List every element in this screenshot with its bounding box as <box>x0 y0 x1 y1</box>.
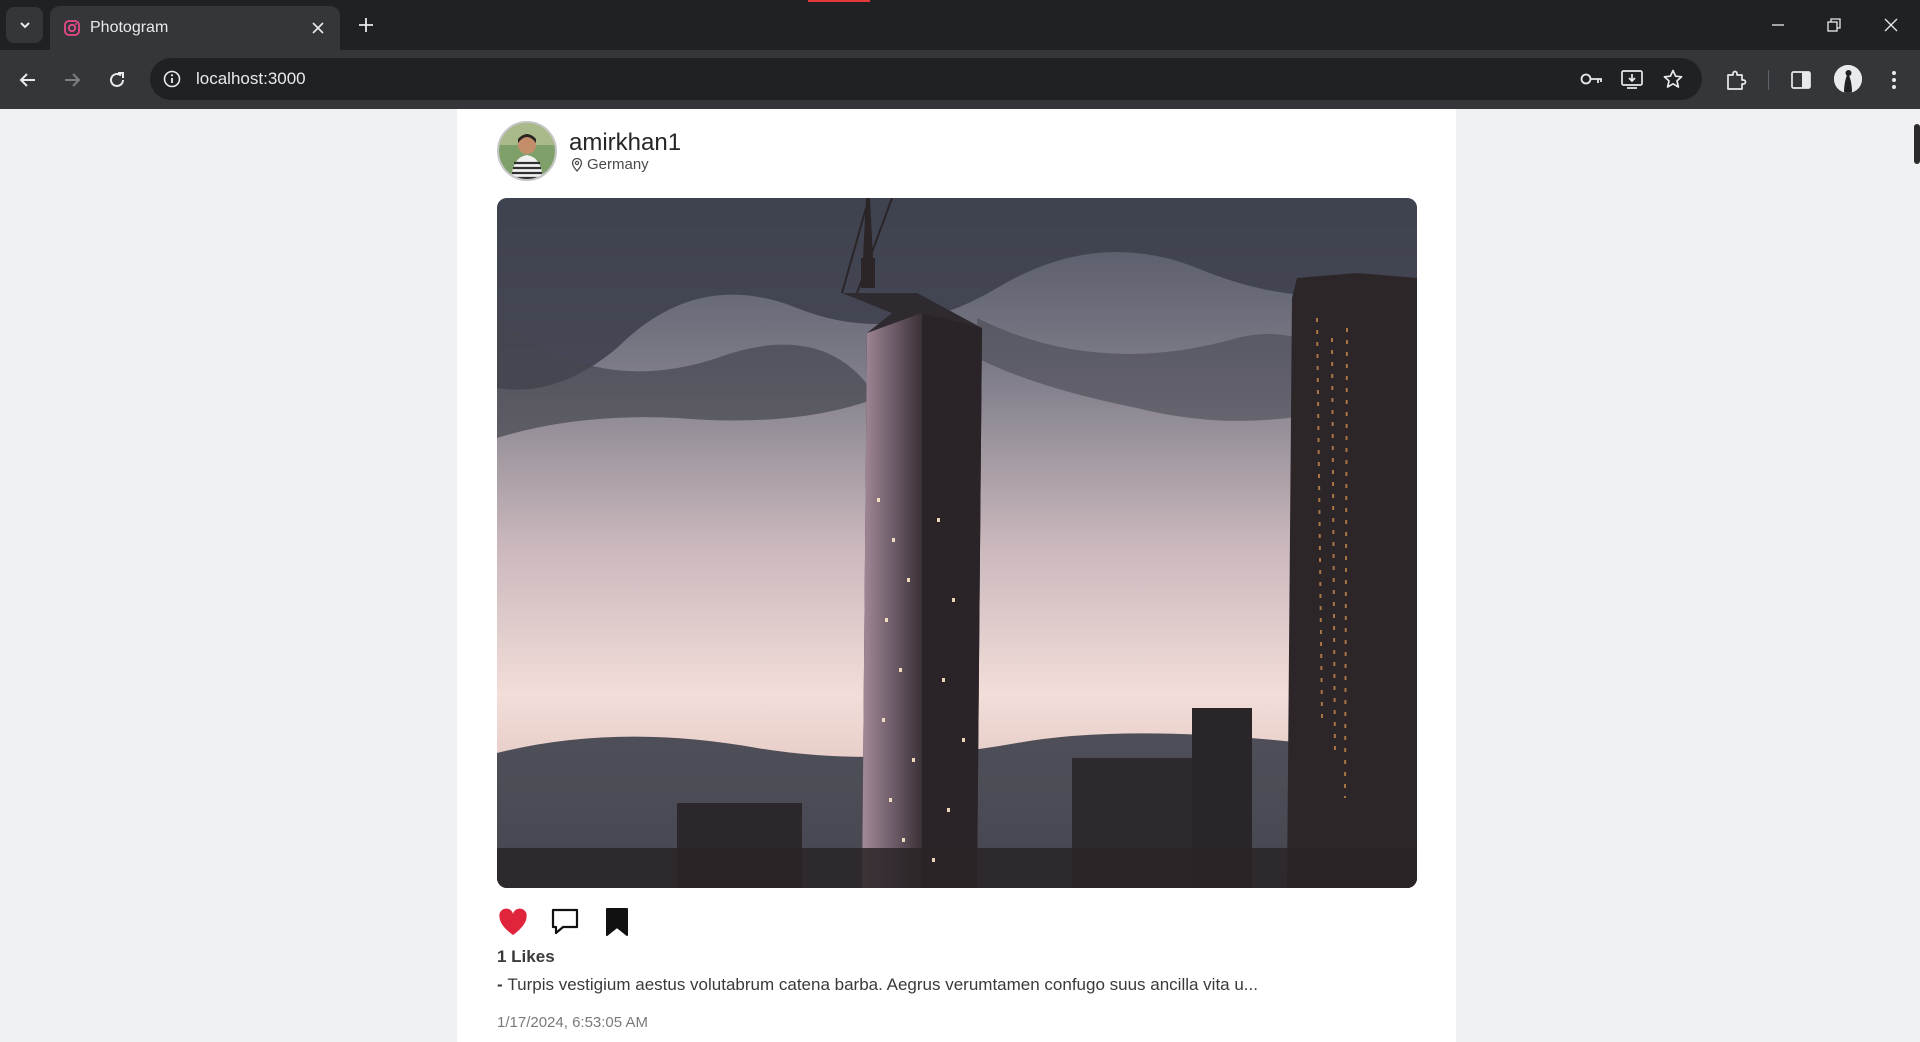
star-icon <box>1663 69 1683 88</box>
arrow-right-icon <box>65 73 81 87</box>
comment-button[interactable] <box>549 906 581 938</box>
toolbar-separator <box>1768 70 1769 90</box>
post-card: amirkhan1 Germany 1 Likes - Turpis vesti… <box>457 109 1456 1042</box>
extensions-button[interactable] <box>1721 65 1751 95</box>
caption-text: Turpis vestigium aestus volutabrum caten… <box>507 975 1258 994</box>
more-vertical-icon <box>1892 71 1896 89</box>
reload-button[interactable] <box>101 64 133 96</box>
tab-title: Photogram <box>90 19 169 36</box>
map-pin-icon <box>571 157 583 172</box>
user-avatar-image <box>499 123 555 179</box>
close-icon <box>312 22 324 34</box>
side-panel-icon <box>1791 71 1811 89</box>
back-button[interactable] <box>12 64 44 96</box>
save-button[interactable] <box>601 906 633 938</box>
site-info-button[interactable] <box>160 67 184 91</box>
post-timestamp: 1/17/2024, 6:53:05 AM <box>497 1014 648 1031</box>
recording-indicator <box>808 0 870 2</box>
browser-menu-button[interactable] <box>1879 65 1909 95</box>
close-window-button[interactable] <box>1871 10 1911 40</box>
instagram-favicon-icon <box>64 20 80 36</box>
post-location: Germany <box>571 156 649 173</box>
puzzle-icon <box>1727 70 1747 90</box>
restore-button[interactable] <box>1814 10 1854 40</box>
post-actions <box>497 905 633 939</box>
scrollbar-thumb[interactable] <box>1914 124 1920 164</box>
location-text: Germany <box>587 156 649 173</box>
info-icon <box>163 70 181 88</box>
post-image[interactable] <box>497 198 1417 888</box>
browser-toolbar: localhost:3000 <box>0 50 1920 109</box>
bookmark-star-button[interactable] <box>1660 67 1686 91</box>
post-username[interactable]: amirkhan1 <box>569 129 681 157</box>
likes-count: 1 Likes <box>497 947 555 966</box>
tab-close-button[interactable] <box>308 18 328 38</box>
restore-icon <box>1827 18 1841 32</box>
chevron-down-icon <box>19 22 30 29</box>
side-panel-button[interactable] <box>1786 65 1816 95</box>
comment-icon <box>551 908 579 935</box>
plus-icon <box>359 18 373 32</box>
heart-icon <box>499 908 527 935</box>
install-app-button[interactable] <box>1619 67 1645 91</box>
install-icon <box>1621 70 1643 89</box>
address-bar[interactable]: localhost:3000 <box>150 58 1702 100</box>
tab-search-button[interactable] <box>6 7 43 43</box>
reload-icon <box>110 72 124 87</box>
caption-prefix: - <box>497 975 508 994</box>
skyline-photo <box>497 198 1417 888</box>
post-caption: - Turpis vestigium aestus volutabrum cat… <box>497 975 1258 995</box>
arrow-left-icon <box>19 73 35 87</box>
key-icon <box>1580 73 1602 85</box>
browser-tab[interactable]: Photogram <box>50 6 340 50</box>
new-tab-button[interactable] <box>353 12 379 38</box>
minimize-icon <box>1772 24 1784 26</box>
browser-tab-strip: Photogram <box>0 0 1920 50</box>
bookmark-icon <box>606 908 628 936</box>
close-icon <box>1884 18 1898 32</box>
profile-avatar-icon <box>1834 65 1862 93</box>
minimize-button[interactable] <box>1758 10 1798 40</box>
like-button[interactable] <box>497 906 529 938</box>
profile-avatar-button[interactable] <box>1834 65 1862 93</box>
password-key-button[interactable] <box>1579 67 1605 91</box>
page-viewport: amirkhan1 Germany 1 Likes - Turpis vesti… <box>0 109 1920 1042</box>
forward-button[interactable] <box>56 64 88 96</box>
user-avatar[interactable] <box>497 121 557 181</box>
url-text[interactable]: localhost:3000 <box>196 69 306 89</box>
